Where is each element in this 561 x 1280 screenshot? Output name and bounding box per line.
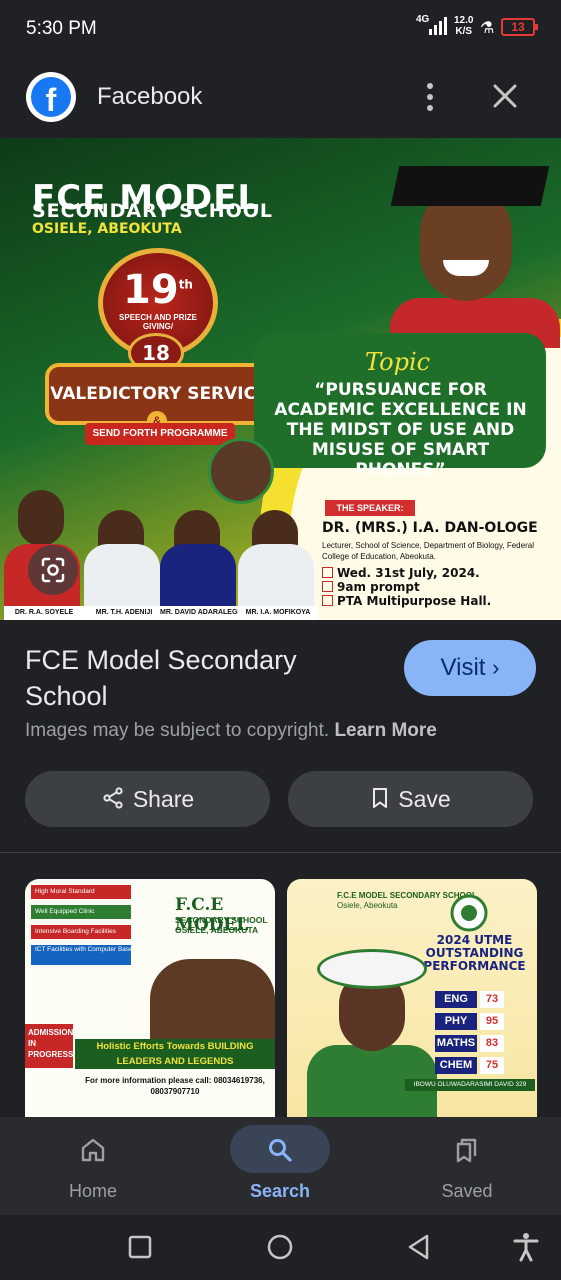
speaker-label: THE SPEAKER:: [325, 500, 415, 516]
speaker-name: DR. (MRS.) I.A. DAN-OLOGE: [322, 520, 538, 536]
topic-label: Topic: [365, 348, 431, 376]
chevron-right-icon: ›: [492, 655, 500, 680]
nav-saved-label: Saved: [441, 1181, 493, 1201]
recents-icon[interactable]: [122, 1229, 158, 1265]
bottom-navigation: Home Search Saved: [0, 1117, 561, 1215]
graduate-photo: [390, 148, 560, 348]
student-name: IBOWU OLUWADARASIMI DAVID 329: [405, 1079, 535, 1091]
system-navigation: [0, 1215, 561, 1280]
nav-home[interactable]: Home: [23, 1117, 163, 1215]
thumbnail-contact: For more information please call: 080346…: [85, 1076, 265, 1096]
hero-image[interactable]: FCE MODEL SECONDARY SCHOOL OSIELE, ABEOK…: [0, 138, 561, 620]
saved-icon: [456, 1138, 477, 1163]
score-row: CHEM 75: [435, 1055, 504, 1074]
speaker-description: Lecturer, School of Science, Department …: [322, 541, 534, 561]
nav-search[interactable]: Search: [210, 1117, 350, 1215]
close-icon[interactable]: [490, 81, 520, 111]
related-image-thumbnail[interactable]: High Moral Standard Well Equipped Clinic…: [25, 879, 275, 1117]
copyright-notice: Images may be subject to copyright. Lear…: [25, 720, 437, 741]
guests-row: DR. R.A. SOYELE MR. T.H. ADENIJI MR. DAV…: [0, 468, 320, 620]
nav-search-label: Search: [249, 1181, 311, 1201]
home-icon: [81, 1138, 105, 1162]
related-image-thumbnail[interactable]: F.C.E MODEL SECONDARY SCHOOL Osiele, Abe…: [287, 879, 537, 1117]
facebook-logo-icon: f: [26, 72, 76, 122]
nav-saved[interactable]: Saved: [397, 1117, 537, 1215]
event-date: Wed. 31st July, 2024.: [322, 566, 491, 580]
learn-more-link[interactable]: Learn More: [334, 720, 436, 741]
accessibility-icon[interactable]: [508, 1229, 544, 1265]
status-bar: 5:30 PM 4G 12.0 K/S ⚗ 13: [0, 0, 561, 56]
students-photo: [150, 959, 275, 1039]
share-icon: [103, 787, 123, 809]
divider: [0, 852, 561, 853]
guest-portrait: DR. R.A. SOYELE: [4, 470, 84, 620]
feature-list: High Moral Standard Well Equipped Clinic…: [31, 885, 131, 971]
app-bar: f Facebook: [0, 56, 561, 138]
page-title: Facebook: [97, 83, 203, 110]
status-time: 5:30 PM: [26, 18, 97, 39]
back-icon[interactable]: [401, 1229, 437, 1265]
score-row: PHY 95: [435, 1011, 504, 1030]
poster-school-line2: SECONDARY SCHOOL: [32, 200, 274, 222]
score-row: ENG 73: [435, 989, 504, 1008]
thumbnail-banner: Holistic Efforts Towards BUILDING LEADER…: [75, 1039, 275, 1069]
guest-portrait: MR. DAVID ADARALEGBE: [160, 490, 240, 620]
home-circle-icon[interactable]: [262, 1229, 298, 1265]
network-speed: 12.0 K/S: [454, 15, 474, 37]
google-lens-icon[interactable]: [28, 545, 78, 595]
flask-icon: ⚗: [480, 20, 495, 37]
send-forth-label: SEND FORTH PROGRAMME: [85, 423, 235, 445]
event-details: Wed. 31st July, 2024. 9am prompt PTA Mul…: [322, 566, 491, 608]
thumbnail-subtitle: SECONDARY SCHOOL OSIELE, ABEOKUTA: [175, 915, 268, 935]
result-title[interactable]: FCE Model Secondary School: [25, 642, 385, 714]
event-venue: PTA Multipurpose Hall.: [322, 594, 491, 608]
admission-badge: ADMISSION IN PROGRESS: [25, 1024, 73, 1068]
coat-of-arms-icon: [450, 894, 488, 932]
bookmark-icon: [373, 788, 388, 808]
topic-text: “PURSUANCE FOR ACADEMIC EXCELLENCE IN TH…: [274, 380, 527, 480]
battery-icon: 13: [501, 18, 538, 36]
score-row: MATHS 83: [435, 1033, 504, 1052]
student-photo: [307, 949, 437, 1117]
more-options-button[interactable]: [416, 80, 444, 114]
guest-portrait: MR. I.A. MOFIKOYA: [238, 490, 318, 620]
score-table: ENG 73 PHY 95 MATHS 83 CHEM 75: [435, 989, 504, 1077]
save-button[interactable]: Save: [288, 771, 533, 827]
visit-button[interactable]: Visit ›: [404, 640, 536, 696]
signal-icon: [429, 17, 447, 35]
event-time: 9am prompt: [322, 580, 491, 594]
poster-location: OSIELE, ABEOKUTA: [32, 221, 182, 237]
share-button[interactable]: Share: [25, 771, 270, 827]
guest-portrait: MR. T.H. ADENIJI: [84, 490, 164, 620]
nav-home-label: Home: [68, 1181, 117, 1201]
search-icon: [269, 1139, 292, 1162]
